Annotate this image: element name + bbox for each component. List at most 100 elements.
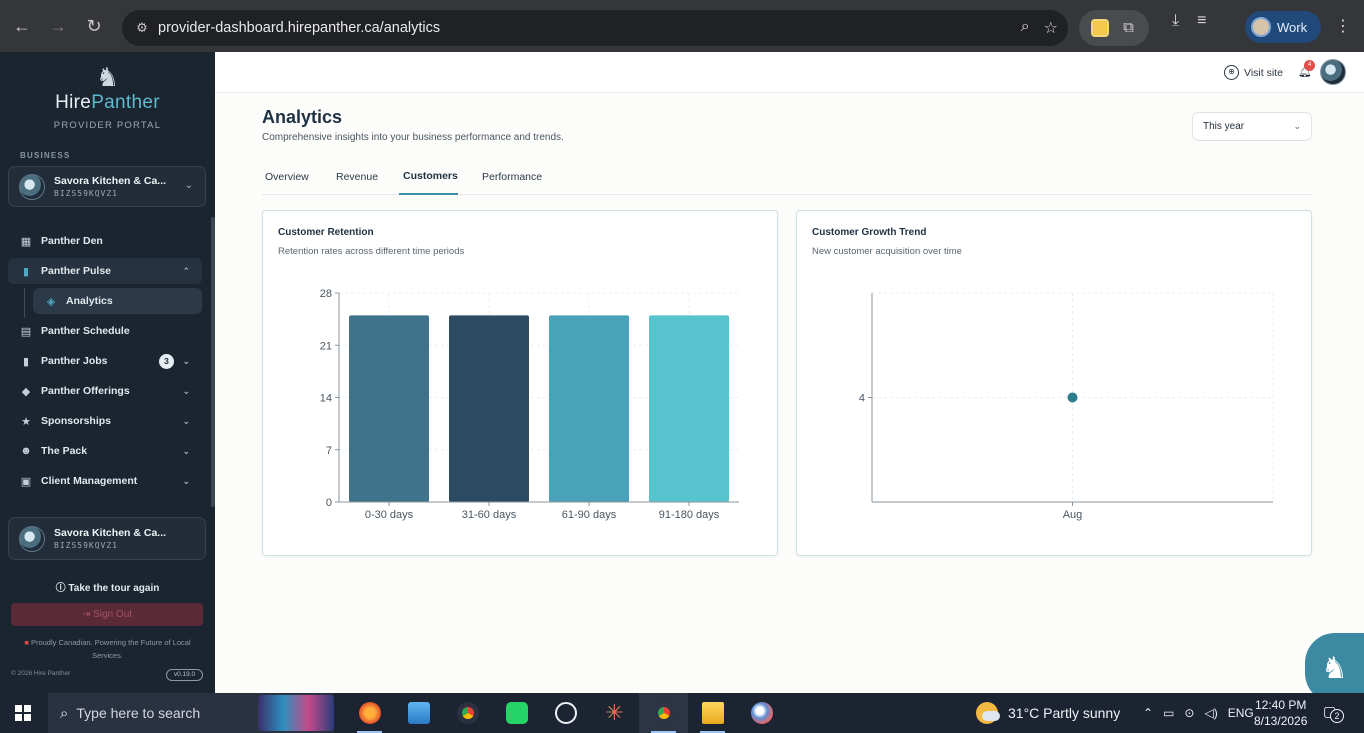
menu-dots-icon[interactable]: ⋮ (1335, 16, 1351, 36)
clock-date: 8/13/2026 (1254, 714, 1308, 728)
chevron-down-icon: ⌄ (184, 180, 193, 191)
avatar (19, 525, 45, 552)
sidebar-item-sponsorships[interactable]: ★ Sponsorships ⌄ (8, 408, 202, 434)
paint-app-icon[interactable] (737, 693, 786, 733)
language-indicator[interactable]: ENG (1228, 706, 1254, 720)
chatgpt-icon[interactable] (541, 693, 590, 733)
logo[interactable]: ♞ HirePanther PROVIDER PORTAL (0, 62, 215, 131)
sidebar-item-label: Panther Den (41, 235, 103, 247)
x-tick-label: 91-180 days (659, 509, 720, 521)
globe-icon: ⊕ (1224, 65, 1239, 80)
network-icon[interactable]: ⊙ (1184, 706, 1194, 720)
search-placeholder: Type here to search (76, 705, 201, 721)
profile-button[interactable]: Work (1245, 11, 1321, 43)
y-tick-label: 14 (320, 393, 332, 405)
site-info-icon[interactable]: ⚙ (130, 20, 154, 36)
visit-site-link[interactable]: ⊕ Visit site (1224, 65, 1283, 80)
tab-overview[interactable]: Overview (265, 171, 309, 183)
main-content: ⊕ Visit site 🔔︎ 4 Analytics Comprehensive… (215, 52, 1364, 693)
sidebar-item-panther-jobs[interactable]: ▮ Panther Jobs 3 ⌄ (8, 348, 202, 374)
business-id: BIZS59KQVZ1 (54, 189, 118, 198)
y-tick-label: 28 (320, 288, 332, 300)
y-tick-label: 4 (859, 393, 865, 405)
sidebar-item-panther-offerings[interactable]: ◆ Panther Offerings ⌄ (8, 378, 202, 404)
laptop-app-icon[interactable] (394, 693, 443, 733)
business-profile-card[interactable]: Savora Kitchen & Ca... BIZS59KQVZ1 (8, 517, 206, 560)
tab-revenue[interactable]: Revenue (336, 171, 378, 183)
extensions-group: ⧉ (1079, 10, 1149, 46)
sidebar: ♞ HirePanther PROVIDER PORTAL BUSINESS S… (0, 52, 215, 693)
submenu-line (24, 288, 25, 318)
windows-start-icon[interactable] (0, 693, 46, 733)
battery-icon[interactable]: ▭ (1163, 706, 1174, 720)
tag-icon: ◆ (21, 385, 31, 398)
sidebar-item-panther-schedule[interactable]: ▤ Panther Schedule (8, 318, 202, 344)
top-bar: ⊕ Visit site 🔔︎ 4 (215, 52, 1364, 93)
x-tick-label: Aug (1063, 509, 1083, 521)
firefox-icon[interactable] (345, 693, 394, 733)
sidebar-item-analytics[interactable]: ◈ Analytics (33, 288, 202, 314)
tab-bar: Overview Revenue Customers Performance (262, 165, 1312, 195)
claude-icon[interactable]: ✳ (590, 693, 639, 733)
portal-label: PROVIDER PORTAL (53, 120, 162, 131)
sign-out-label: Sign Out (93, 609, 133, 620)
taskbar: ⌕ Type here to search ✳ 31°C Partly sunn… (0, 693, 1364, 733)
sidebar-item-panther-pulse[interactable]: ▮ Panther Pulse ⌃ (8, 258, 202, 284)
whatsapp-icon[interactable] (492, 693, 541, 733)
chevron-up-icon[interactable]: ⌃ (1143, 706, 1153, 720)
puzzle-icon[interactable]: ⧉ (1120, 19, 1138, 37)
version-badge: v0.19.0 (166, 669, 203, 681)
chevron-down-icon: ⌄ (182, 445, 190, 456)
avatar[interactable] (1320, 59, 1346, 85)
clock[interactable]: 12:40 PM 8/13/2026 (1254, 697, 1307, 729)
back-icon[interactable]: ← (4, 8, 40, 44)
tour-button[interactable]: ⓘ Take the tour again (0, 579, 215, 594)
chevron-up-icon: ⌃ (182, 265, 190, 276)
address-bar[interactable]: ⚙ provider-dashboard.hirepanther.ca/anal… (122, 10, 1068, 46)
taskbar-search[interactable]: ⌕ Type here to search (48, 693, 334, 733)
chrome-icon[interactable] (443, 693, 492, 733)
forward-icon[interactable]: → (40, 8, 76, 44)
extension-icon[interactable] (1090, 19, 1109, 37)
media-icon[interactable]: ≡ (1197, 12, 1206, 30)
clock-time: 12:40 PM (1255, 698, 1307, 712)
chrome-active-icon[interactable] (639, 693, 688, 733)
bookmark-star-icon[interactable]: ☆ (1044, 18, 1058, 38)
chevron-down-icon: ⌄ (182, 415, 190, 426)
help-icon: ⓘ (55, 583, 69, 594)
file-explorer-icon[interactable] (688, 693, 737, 733)
weather-widget[interactable]: 31°C Partly sunny (976, 693, 1120, 733)
download-icon[interactable]: ⤓ (1172, 12, 1179, 30)
volume-icon[interactable]: ◁) (1204, 706, 1217, 720)
zoom-icon[interactable]: ⌕ (1021, 18, 1030, 38)
layers-icon: ◈ (46, 295, 56, 308)
sidebar-item-label: Sponsorships (41, 415, 112, 427)
sign-out-button[interactable]: ⇥ Sign Out (11, 603, 203, 626)
notification-center-icon[interactable]: ▢ 2 (1323, 703, 1344, 723)
reload-icon[interactable]: ↻ (76, 8, 112, 44)
sidebar-item-panther-den[interactable]: ▦ Panther Den (8, 228, 202, 254)
growth-chart: 4 Aug (859, 292, 1274, 521)
sidebar-item-the-pack[interactable]: ☻ The Pack ⌄ (8, 438, 202, 464)
sidebar-item-label: The Pack (41, 445, 88, 457)
x-tick-label: 31-60 days (462, 509, 517, 521)
bell-icon[interactable]: 🔔︎ 4 (1298, 60, 1315, 78)
sidebar-item-client-management[interactable]: ▣ Client Management ⌄ (8, 468, 202, 494)
canada-flag-icon: ■ (24, 638, 31, 647)
avatar (19, 173, 45, 200)
bar (349, 315, 429, 502)
bar-chart-icon: ▮ (22, 265, 30, 278)
period-select[interactable]: This year ⌄ (1192, 112, 1312, 141)
chevron-down-icon: ⌄ (182, 475, 190, 486)
chevron-down-icon: ⌄ (182, 385, 190, 396)
page-subtitle: Comprehensive insights into your busines… (262, 132, 564, 143)
search-icon: ⌕ (60, 704, 69, 722)
panther-logo-icon: ♞ (95, 62, 120, 92)
footer-note: ■ Proudly Canadian. Powering the Future … (24, 638, 191, 660)
business-selector[interactable]: Savora Kitchen & Ca... BIZS59KQVZ1 ⌄ (8, 166, 206, 207)
y-tick-label: 0 (326, 497, 332, 509)
tab-performance[interactable]: Performance (482, 171, 542, 183)
partly-sunny-icon (976, 702, 1000, 724)
tab-customers[interactable]: Customers (403, 170, 458, 182)
users-icon: ☻ (20, 445, 32, 457)
